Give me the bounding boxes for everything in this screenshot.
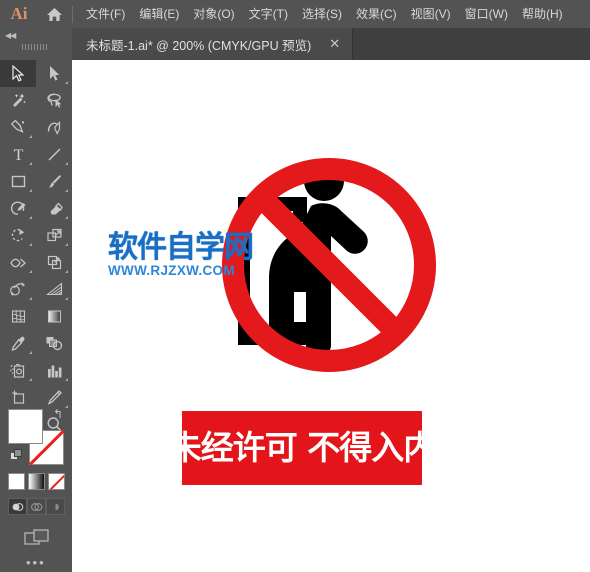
tool-flyout-indicator-icon	[29, 189, 32, 192]
draw-behind-mode[interactable]	[27, 498, 46, 515]
tool-flyout-indicator-icon	[65, 216, 68, 219]
menu-window[interactable]: 窗口(W)	[458, 3, 515, 25]
mesh-tool[interactable]	[0, 303, 36, 330]
tool-flyout-indicator-icon	[29, 216, 32, 219]
artboard-canvas[interactable]: 软件自学网 WWW.RJZXW.COM 未经许可 不得入内	[72, 60, 590, 572]
menu-type[interactable]: 文字(T)	[242, 3, 295, 25]
symbol-sprayer-tool[interactable]	[0, 357, 36, 384]
warning-banner[interactable]: 未经许可 不得入内	[169, 411, 436, 485]
toolbar-drag-handle[interactable]	[22, 44, 48, 50]
draw-inside-mode[interactable]	[46, 498, 65, 515]
color-mode-none[interactable]	[48, 473, 65, 490]
column-graph-tool[interactable]	[36, 357, 72, 384]
selection-tool[interactable]	[0, 60, 36, 87]
shape-builder-tool[interactable]	[0, 276, 36, 303]
app-logo-icon: Ai	[10, 4, 28, 23]
artwork-illustration	[222, 158, 436, 372]
warning-banner-text: 未经许可 不得入内	[168, 428, 436, 467]
tool-flyout-indicator-icon	[29, 297, 32, 300]
rotate-tool[interactable]	[0, 222, 36, 249]
tool-flyout-indicator-icon	[65, 243, 68, 246]
tool-flyout-indicator-icon	[65, 378, 68, 381]
collapse-panel-icon[interactable]: ◀◀	[5, 31, 16, 40]
eraser-tool[interactable]	[36, 195, 72, 222]
tool-flyout-indicator-icon	[29, 378, 32, 381]
illustrator-window: Ai 文件(F) 编辑(E) 对象(O) 文字(T) 选择(S) 效果(C) 视…	[0, 0, 590, 572]
close-icon[interactable]: ✕	[329, 37, 340, 50]
fill-swatch[interactable]	[8, 409, 43, 444]
lasso-tool[interactable]	[36, 87, 72, 114]
width-tool[interactable]	[0, 249, 36, 276]
color-controls: ↰ •••	[0, 403, 72, 572]
free-transform-tool[interactable]	[36, 249, 72, 276]
pen-tool[interactable]	[0, 114, 36, 141]
fill-stroke-controls: ↰	[8, 407, 64, 465]
tool-flyout-indicator-icon	[65, 270, 68, 273]
document-tab-bar: ◀◀ 未标题-1.ai* @ 200% (CMYK/GPU 预览) ✕	[0, 28, 590, 60]
rectangle-tool[interactable]	[0, 168, 36, 195]
screen-mode-button[interactable]	[24, 528, 50, 555]
color-mode-gradient[interactable]	[28, 473, 45, 490]
gradient-tool[interactable]	[36, 303, 72, 330]
tool-flyout-indicator-icon	[29, 162, 32, 165]
perspective-grid-tool[interactable]	[36, 276, 72, 303]
menu-bar: Ai 文件(F) 编辑(E) 对象(O) 文字(T) 选择(S) 效果(C) 视…	[0, 0, 590, 28]
menu-effect[interactable]: 效果(C)	[349, 3, 404, 25]
document-tab-title: 未标题-1.ai* @ 200% (CMYK/GPU 预览)	[86, 38, 312, 53]
scale-tool[interactable]	[36, 222, 72, 249]
toolbar-header: ◀◀	[0, 28, 72, 60]
menu-select[interactable]: 选择(S)	[295, 3, 349, 25]
menu-object[interactable]: 对象(O)	[186, 3, 241, 25]
shaper-tool[interactable]	[0, 195, 36, 222]
menu-file[interactable]: 文件(F)	[79, 3, 132, 25]
tool-flyout-indicator-icon	[29, 351, 32, 354]
tool-flyout-indicator-icon	[65, 297, 68, 300]
tool-flyout-indicator-icon	[29, 270, 32, 273]
menu-help[interactable]: 帮助(H)	[515, 3, 570, 25]
no-entry-prohibition-sign	[222, 158, 436, 372]
toolbar-more-options-icon[interactable]: •••	[26, 555, 46, 570]
tool-flyout-indicator-icon	[65, 189, 68, 192]
tools-grid: T	[0, 60, 72, 438]
magic-wand-tool[interactable]	[0, 87, 36, 114]
direct-selection-tool[interactable]	[36, 60, 72, 87]
eyedropper-tool[interactable]	[0, 330, 36, 357]
menu-view[interactable]: 视图(V)	[404, 3, 458, 25]
menu-edit[interactable]: 编辑(E)	[132, 3, 186, 25]
type-tool[interactable]: T	[0, 141, 36, 168]
color-mode-buttons	[8, 473, 65, 490]
default-fill-stroke-icon[interactable]	[10, 449, 23, 462]
tool-flyout-indicator-icon	[29, 243, 32, 246]
line-segment-tool[interactable]	[36, 141, 72, 168]
curvature-tool[interactable]	[36, 114, 72, 141]
paintbrush-tool[interactable]	[36, 168, 72, 195]
tool-flyout-indicator-icon	[65, 81, 68, 84]
draw-mode-buttons	[8, 498, 65, 515]
menu-divider	[72, 5, 73, 23]
svg-text:T: T	[13, 147, 23, 163]
tool-flyout-indicator-icon	[29, 135, 32, 138]
document-tab[interactable]: 未标题-1.ai* @ 200% (CMYK/GPU 预览) ✕	[72, 28, 354, 60]
color-mode-solid[interactable]	[8, 473, 25, 490]
tools-panel: T ↰ •••	[0, 60, 72, 572]
swap-fill-stroke-icon[interactable]: ↰	[53, 407, 63, 421]
draw-normal-mode[interactable]	[8, 498, 27, 515]
blend-tool[interactable]	[36, 330, 72, 357]
home-icon[interactable]	[38, 0, 70, 28]
tool-flyout-indicator-icon	[65, 162, 68, 165]
